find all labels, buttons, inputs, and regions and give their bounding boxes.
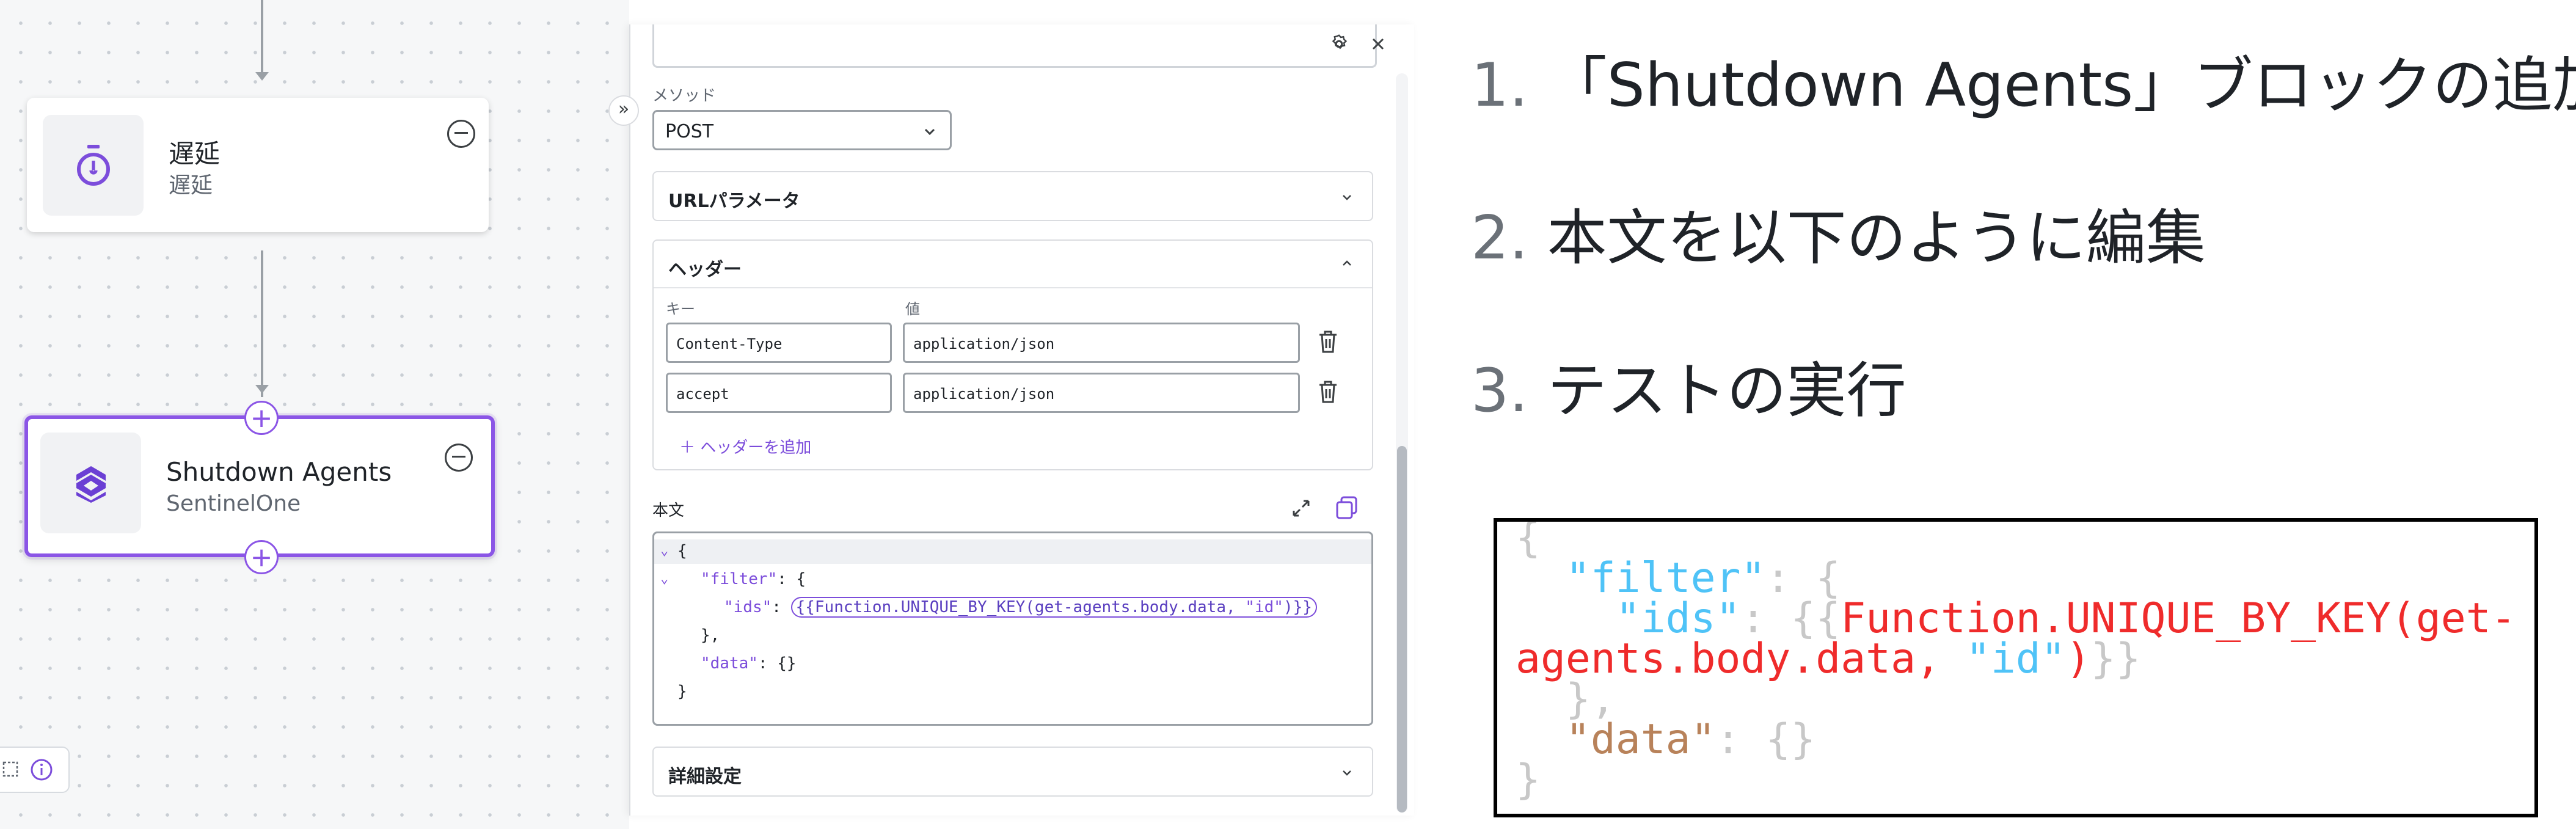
fold-chevron-icon[interactable]: ⌄: [660, 571, 668, 586]
step-number: 1.: [1471, 51, 1528, 120]
node-delay-icon-box: [43, 115, 144, 216]
advanced-settings-title: 詳細設定: [668, 766, 742, 787]
previous-field-edge: [652, 24, 1377, 68]
add-step-button-below[interactable]: +: [244, 540, 279, 574]
sentinelone-logo-icon: [76, 466, 106, 503]
expand-icon[interactable]: [1289, 496, 1313, 520]
add-header-button[interactable]: ＋ ヘッダーを追加: [679, 435, 811, 458]
divider: [654, 287, 1372, 288]
step-text: 本文を以下のように編集: [1547, 203, 2206, 273]
step-text: 「Shutdown Agents」ブロックの追加: [1547, 51, 2576, 120]
code-line: "ids": {{Function.UNIQUE_BY_KEY(get-agen…: [654, 596, 1371, 620]
node-title: Shutdown Agents: [166, 457, 392, 487]
header-key-field[interactable]: Content-Type: [666, 323, 892, 363]
canvas-toolbar: [0, 747, 70, 793]
example-string: "id": [1965, 635, 2066, 683]
step-number: 2.: [1471, 203, 1528, 273]
example-function: ): [2065, 635, 2091, 683]
add-step-button-above[interactable]: +: [244, 401, 279, 435]
code-text: : {}: [757, 654, 797, 673]
code-line: },: [654, 624, 1371, 648]
code-text: : {: [777, 570, 806, 588]
chevron-up-icon[interactable]: [1339, 255, 1355, 271]
key-column-label: キー: [666, 301, 695, 318]
code-line: }: [654, 680, 1371, 704]
example-code-box: { "filter": { "ids": {{Function.UNIQUE_B…: [1494, 518, 2538, 817]
remove-node-button[interactable]: [445, 444, 473, 472]
node-subtitle: 遅延: [169, 173, 213, 198]
step-number: 3.: [1471, 356, 1528, 426]
collapse-panel-button[interactable]: »: [608, 95, 639, 126]
node-sentinelone-icon-box: [40, 433, 141, 533]
url-params-title: URLパラメータ: [668, 191, 800, 212]
code-text: :: [772, 598, 791, 616]
node-subtitle: SentinelOne: [166, 491, 301, 516]
header-value-field[interactable]: application/json: [903, 323, 1300, 363]
copy-icon[interactable]: [1333, 494, 1361, 522]
node-delay[interactable]: 遅延 遅延: [27, 98, 489, 232]
example-key: "data": [1565, 715, 1716, 764]
code-string: "id": [1245, 598, 1283, 616]
fit-view-icon[interactable]: [1, 760, 20, 778]
method-select-value: POST: [665, 121, 714, 142]
connector-line-top: [261, 0, 263, 73]
advanced-settings-section[interactable]: 詳細設定: [652, 747, 1373, 797]
example-brace: {: [1516, 518, 1541, 562]
body-code-editor[interactable]: ⌄ { ⌄ "filter": { "ids": {{Function.UNIQ…: [652, 531, 1373, 726]
connector-line-middle: [261, 250, 263, 397]
chevron-down-icon: [1343, 195, 1351, 200]
fold-chevron-icon[interactable]: ⌄: [660, 543, 668, 558]
headers-section: ヘッダー キー 値 Content-Type application/json …: [652, 239, 1373, 470]
code-text: }: [677, 682, 687, 701]
close-icon[interactable]: [1370, 35, 1387, 53]
instruction-step: 2. 本文を以下のように編集: [1471, 189, 2206, 276]
node-shutdown-agents[interactable]: Shutdown Agents SentinelOne: [24, 415, 495, 557]
code-function: {{Function.UNIQUE_BY_KEY(get-agents.body…: [795, 598, 1246, 616]
url-params-section[interactable]: URLパラメータ: [652, 171, 1373, 221]
headers-title[interactable]: ヘッダー: [668, 254, 742, 281]
code-line: ⌄ {: [654, 539, 1371, 564]
code-function: )}}: [1283, 598, 1312, 616]
chevron-down-icon: [1343, 770, 1351, 776]
method-label: メソッド: [652, 87, 717, 105]
workflow-canvas[interactable]: 遅延 遅延 Shutdown Agents SentinelOne + +: [0, 0, 629, 829]
template-expression: {{Function.UNIQUE_BY_KEY(get-agents.body…: [790, 597, 1317, 618]
connector-arrow: [255, 385, 269, 393]
trash-icon[interactable]: [1315, 329, 1341, 356]
code-key: "data": [701, 654, 758, 673]
step-config-panel: » メソッド POST URLパラメータ ヘッダー キー 値 Content-T…: [608, 24, 1414, 816]
node-title: 遅延: [169, 139, 221, 169]
timer-icon: [76, 144, 110, 186]
instruction-step: 1. 「Shutdown Agents」ブロックの追加: [1471, 37, 2576, 123]
scrollbar-thumb[interactable]: [1397, 446, 1407, 813]
code-key: "filter": [701, 570, 778, 588]
code-key: "ids": [724, 598, 772, 616]
code-text: {: [677, 542, 687, 560]
code-line: ⌄ "filter": {: [654, 568, 1371, 592]
example-punct: }}: [2090, 635, 2141, 683]
method-select[interactable]: POST: [652, 110, 952, 150]
connector-arrow: [255, 72, 269, 81]
example-brace: }: [1516, 756, 1541, 804]
value-column-label: 値: [905, 301, 920, 318]
remove-node-button[interactable]: [447, 120, 475, 148]
code-text: },: [701, 626, 720, 645]
instruction-step: 3. テストの実行: [1471, 342, 1906, 429]
trash-icon[interactable]: [1315, 379, 1341, 406]
chevron-down-icon: [924, 128, 935, 136]
body-label: 本文: [652, 502, 685, 520]
step-text: テストの実行: [1547, 356, 1906, 426]
example-punct: : {}: [1715, 715, 1816, 764]
header-key-field[interactable]: accept: [666, 373, 892, 413]
info-icon[interactable]: [29, 758, 54, 782]
header-value-field[interactable]: application/json: [903, 373, 1300, 413]
code-line: "data": {}: [654, 652, 1371, 676]
settings-gear-icon[interactable]: [1328, 33, 1350, 55]
example-code: { "filter": { "ids": {{Function.UNIQUE_B…: [1516, 518, 2516, 801]
